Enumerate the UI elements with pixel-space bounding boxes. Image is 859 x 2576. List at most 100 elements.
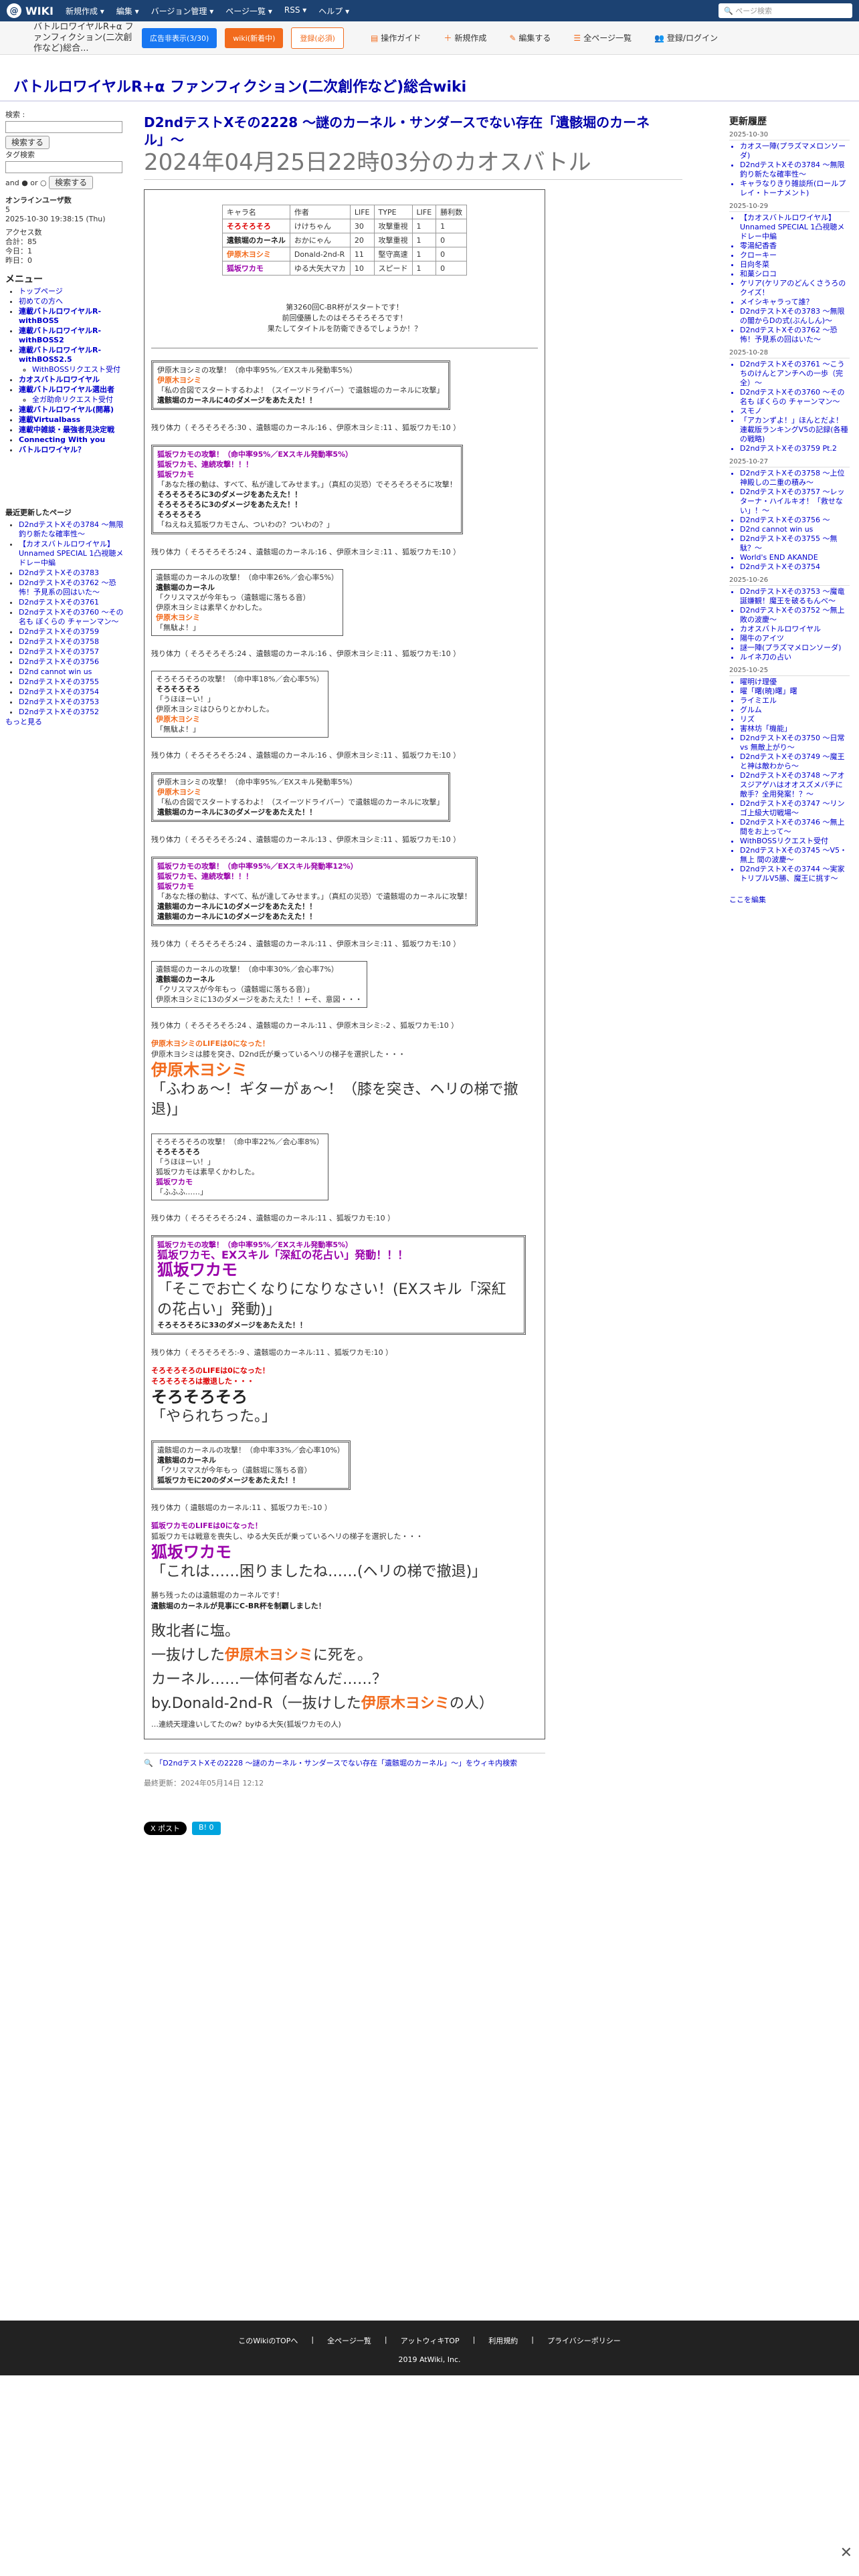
recent-item[interactable]: D2ndテストXその3758 xyxy=(19,637,129,647)
menu-item[interactable]: 連載バトルロワイヤルR-withBOSS2.5 WithBOSSリクエスト受付 xyxy=(19,346,129,374)
history-item[interactable]: ケリア(ケリアのどんくさうろのクイズ！ xyxy=(740,279,850,298)
menu-item[interactable]: Connecting With you xyxy=(19,435,129,445)
history-item[interactable]: ライミエル xyxy=(740,696,850,706)
hatena-button[interactable]: B! 0 xyxy=(192,1822,221,1835)
history-item[interactable]: D2ndテストXその3744 〜実家トリプルV5勝、魔王に挑す〜 xyxy=(740,865,850,883)
recent-item[interactable]: D2ndテストXその3784 〜無限釣り新たな確率性〜 xyxy=(19,520,129,539)
history-item[interactable]: ルイネ刀の占い xyxy=(740,653,850,662)
menu-edit[interactable]: 編集 ▾ xyxy=(116,5,139,17)
history-item[interactable]: D2ndテストXその3748 〜アオスジアゲハはオオスズメバチに敵手？全用発案！… xyxy=(740,771,850,799)
register-button[interactable]: 登録(必須) xyxy=(291,27,344,49)
new-page-link[interactable]: ＋新規作成 xyxy=(444,32,486,43)
recent-item[interactable]: D2ndテストXその3754 xyxy=(19,687,129,697)
menu-item[interactable]: 連載Virtualbass xyxy=(19,415,129,425)
history-item[interactable]: 日向冬菜 xyxy=(740,260,850,270)
history-item[interactable]: WithBOSSリクエスト受付 xyxy=(740,837,850,846)
footer-link[interactable]: このWikiのTOPへ xyxy=(238,2335,298,2346)
atwiki-button[interactable]: wiki(新着中) xyxy=(225,27,284,48)
history-item[interactable]: D2ndテストXその3761 〜こうちのけんとアンチへの一歩（完全）〜 xyxy=(740,360,850,388)
history-item[interactable]: D2ndテストXその3754 xyxy=(740,562,850,572)
history-item[interactable]: D2ndテストXその3756 〜 xyxy=(740,516,850,525)
all-pages-link[interactable]: ☰ 全ページ一覧 xyxy=(573,32,632,43)
recent-item[interactable]: D2ndテストXその3761 xyxy=(19,598,129,607)
history-item[interactable]: D2ndテストXその3752 〜無上 敗の波慶〜 xyxy=(740,606,850,625)
footer-link[interactable]: 利用規約 xyxy=(488,2335,518,2346)
history-item[interactable]: D2ndテストXその3757 〜レッターナ・ハイルキオ！「救せない」！〜 xyxy=(740,488,850,516)
history-item[interactable]: 【カオスバトルロワイヤル】Unnamed SPECIAL 1凸視聴メドレー中編 xyxy=(740,213,850,241)
tag-search-input[interactable] xyxy=(5,161,122,173)
history-item[interactable]: D2ndテストXその3749 〜魔王と神は敵わから〜 xyxy=(740,752,850,771)
edit-sidebar-link[interactable]: ここを編集 xyxy=(729,895,850,905)
menu-item[interactable]: 連載中雑談・最強者見決定戦 xyxy=(19,425,129,435)
history-item[interactable]: リズ xyxy=(740,715,850,724)
guide-link[interactable]: ▤ 操作ガイド xyxy=(371,32,421,43)
footer-link[interactable]: アットウィキTOP xyxy=(401,2335,460,2346)
recent-item[interactable]: D2nd cannot win us xyxy=(19,667,129,677)
history-item[interactable]: メイシキャラって誰？ xyxy=(740,298,850,307)
history-item[interactable]: D2ndテストXその3747 〜リンゴ上級大切戦場〜 xyxy=(740,799,850,818)
sidebar-search-button[interactable]: 検索する xyxy=(5,136,50,149)
login-link[interactable]: 👥 登録/ログイン xyxy=(654,32,718,43)
history-item[interactable]: クローキー xyxy=(740,251,850,260)
history-item[interactable]: D2ndテストXその3753 〜魔竜誕嫌観！魔王を破るもんべ〜 xyxy=(740,587,850,606)
history-item[interactable]: グルム xyxy=(740,706,850,715)
page-search-input[interactable]: 🔍 ページ検索 xyxy=(719,3,852,18)
wiki-short-title[interactable]: バトルロワイヤルR+α ファンフィクション(二次創作など)総合... xyxy=(0,22,134,54)
recent-item[interactable]: D2ndテストXその3756 xyxy=(19,657,129,667)
menu-subitem[interactable]: WithBOSSリクエスト受付 xyxy=(32,365,129,374)
history-item[interactable]: 「アカンずよ！」ほんとだよ！ 連載版ランキングV5の記録(各種の戦略) xyxy=(740,416,850,444)
recent-item[interactable]: D2ndテストXその3752 xyxy=(19,708,129,717)
menu-help[interactable]: ヘルプ ▾ xyxy=(318,5,349,17)
ad-hide-button[interactable]: 広告非表示(3/30) xyxy=(142,27,217,48)
history-item[interactable]: D2ndテストXその3745 〜V5・無上 間の波慶〜 xyxy=(740,846,850,865)
menu-item[interactable]: カオスバトルロワイヤル xyxy=(19,375,129,385)
atwiki-logo[interactable]: @ WIKI xyxy=(0,3,60,18)
recent-item[interactable]: D2ndテストXその3762 〜恐怖！予見系の回はいた〜 xyxy=(19,578,129,597)
history-item[interactable]: スモノ xyxy=(740,407,850,416)
history-item[interactable]: D2ndテストXその3755 〜無駄？〜 xyxy=(740,534,850,553)
history-item[interactable]: D2ndテストXその3784 〜無限釣り新たな確率性〜 xyxy=(740,160,850,179)
history-item[interactable]: カオス一陣(プラズマメロンソーダ) xyxy=(740,142,850,160)
recent-item[interactable]: D2ndテストXその3753 xyxy=(19,697,129,707)
sidebar-search-input[interactable] xyxy=(5,121,122,133)
history-item[interactable]: 謎一陣(プラズマメロンソーダ) xyxy=(740,643,850,653)
menu-subitem[interactable]: 全ガ助命リクエスト受付 xyxy=(32,395,129,405)
history-item[interactable]: D2ndテストXその3758 〜上位神殿しの二重の積み〜 xyxy=(740,469,850,488)
wiki-title[interactable]: バトルロワイヤルR+α ファンフィクション(二次創作など)総合wiki xyxy=(0,75,859,102)
wiki-search-link[interactable]: 🔍 「D2ndテストXその2228 〜謎のカーネル・サンダースでない存在「遺骸堀… xyxy=(144,1757,545,1768)
x-post-button[interactable]: X ポスト xyxy=(144,1822,187,1835)
recent-item[interactable]: 【カオスバトルロワイヤル】Unnamed SPECIAL 1凸視聴メドレー中編 xyxy=(19,540,129,568)
menu-item[interactable]: 連載バトルロワイヤル(開幕) xyxy=(19,405,129,415)
history-item[interactable]: キャラなりきり雑談所(ロールプレイ・トーナメント) xyxy=(740,179,850,198)
menu-new[interactable]: 新規作成 ▾ xyxy=(66,5,104,17)
history-item[interactable]: D2ndテストXその3750 〜日常 vs 無敵上がり〜 xyxy=(740,734,850,752)
recent-item[interactable]: D2ndテストXその3783 xyxy=(19,568,129,578)
menu-item[interactable]: 連載バトルロワイヤル選出者 全ガ助命リクエスト受付 xyxy=(19,385,129,405)
more-link[interactable]: もっと見る xyxy=(5,718,42,726)
menu-item[interactable]: トップページ xyxy=(19,287,129,296)
menu-version[interactable]: バージョン管理 ▾ xyxy=(151,5,214,17)
history-item[interactable]: 和菓シロコ xyxy=(740,270,850,279)
and-or-radio[interactable]: and ● or ○ xyxy=(5,179,47,187)
menu-pages[interactable]: ページ一覧 ▾ xyxy=(225,5,272,17)
recent-item[interactable]: D2ndテストXその3759 xyxy=(19,627,129,637)
tag-search-button[interactable]: 検索する xyxy=(49,176,94,189)
menu-rss[interactable]: RSS ▾ xyxy=(284,5,306,17)
history-item[interactable]: カオスバトルロワイヤル xyxy=(740,625,850,634)
history-item[interactable]: D2ndテストXその3746 〜無上 間をお上って〜 xyxy=(740,818,850,837)
history-item[interactable]: 零湯紀香香 xyxy=(740,241,850,251)
menu-item[interactable]: バトルロワイヤル？ xyxy=(19,445,129,455)
history-item[interactable]: D2ndテストXその3762 〜恐怖！予見系の回はいた〜 xyxy=(740,326,850,344)
history-item[interactable]: D2nd cannot win us xyxy=(740,525,850,534)
history-item[interactable]: D2ndテストXその3759 Pt.2 xyxy=(740,444,850,453)
menu-item[interactable]: 連載バトルロワイヤルR-withBOSS2 xyxy=(19,326,129,345)
history-item[interactable]: World's END AKANDE xyxy=(740,553,850,562)
history-item[interactable]: 曜明け理優 xyxy=(740,677,850,687)
menu-item[interactable]: 連載バトルロワイヤルR-withBOSS xyxy=(19,307,129,326)
history-item[interactable]: 曜「曙(暁)曙」曙 xyxy=(740,687,850,696)
history-item[interactable]: D2ndテストXその3783 〜無限の闇からDの式(ぶんしん)〜 xyxy=(740,307,850,326)
footer-link[interactable]: 全ページ一覧 xyxy=(327,2335,371,2346)
edit-link[interactable]: ✎ 編集する xyxy=(509,32,551,43)
recent-item[interactable]: D2ndテストXその3760 〜その名も ぼくらの チャーンマン〜 xyxy=(19,608,129,627)
close-icon[interactable]: ✕ xyxy=(840,2545,852,2561)
